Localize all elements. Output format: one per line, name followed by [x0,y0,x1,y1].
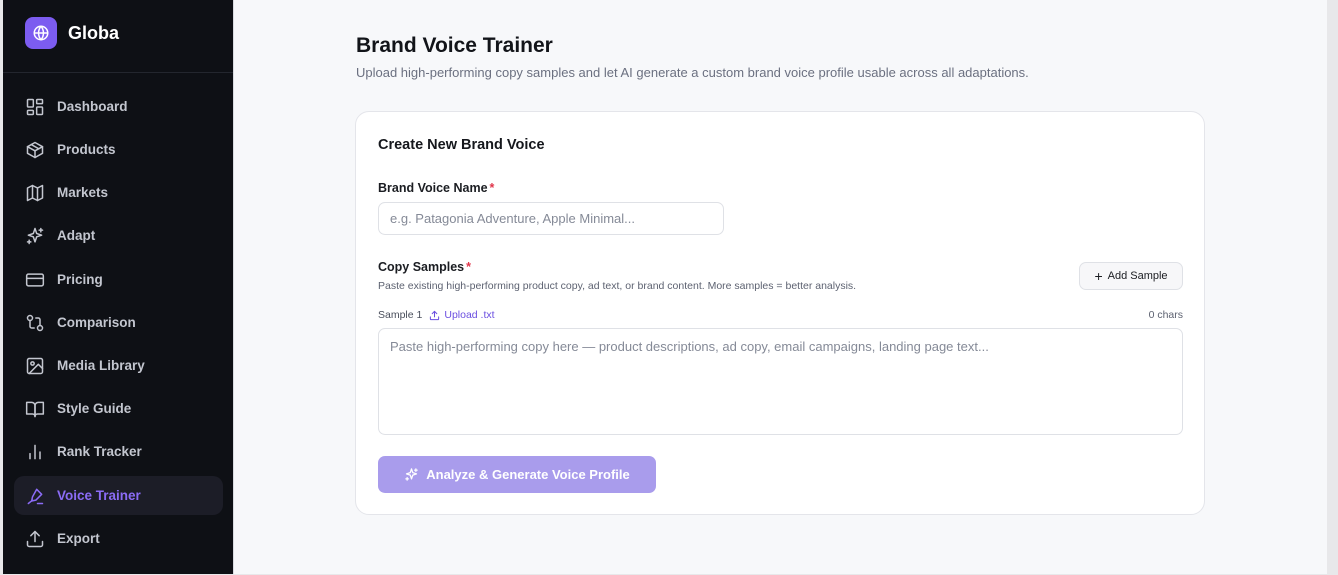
required-marker: * [489,181,495,195]
sidebar-item-label: Media Library [57,358,145,373]
sidebar-item-label: Comparison [57,315,136,330]
package-icon [26,141,44,158]
analyze-generate-label: Analyze & Generate Voice Profile [426,467,630,482]
sample-header: Sample 1 Upload .txt 0 chars [378,308,1183,322]
analyze-generate-button[interactable]: Analyze & Generate Voice Profile [378,456,656,493]
page-title: Brand Voice Trainer [356,34,553,57]
sparkles-icon [26,227,44,244]
sidebar-item-markets[interactable]: Markets [14,173,223,212]
create-brand-voice-card: Create New Brand Voice Brand Voice Name *… [355,111,1205,515]
sidebar-item-media-library[interactable]: Media Library [14,346,223,385]
brand[interactable]: Globa [25,17,119,49]
sidebar-item-label: Products [57,142,116,157]
sidebar-item-label: Markets [57,185,109,200]
pen-icon [27,488,44,504]
sidebar-item-export[interactable]: Export [14,519,223,558]
upload-icon [430,310,440,320]
sidebar-item-label: Adapt [57,228,96,243]
char-count: 0 chars [1148,309,1183,321]
brand-voice-name-label: Brand Voice Name * [378,181,494,195]
sidebar-item-label: Pricing [57,272,103,287]
book-icon [25,401,45,417]
sparkles-icon [405,468,418,481]
page-subtitle: Upload high-performing copy samples and … [356,65,1029,80]
sidebar-item-products[interactable]: Products [14,130,223,169]
sidebar: Globa Dashboard Products Markets Adapt P… [3,0,233,574]
sidebar-item-rank-tracker[interactable]: Rank Tracker [14,432,223,471]
globe-icon [25,17,57,49]
brand-voice-name-label-text: Brand Voice Name [378,181,488,195]
sidebar-item-pricing[interactable]: Pricing [14,260,223,299]
upload-txt-label: Upload .txt [444,309,495,321]
upload-icon [26,530,44,547]
brand-name: Globa [68,22,120,43]
upload-txt-link[interactable]: Upload .txt [429,309,495,321]
sidebar-item-label: Style Guide [57,401,132,416]
image-icon [26,357,44,374]
sidebar-item-style-guide[interactable]: Style Guide [14,389,223,428]
sidebar-item-label: Rank Tracker [57,444,142,459]
git-compare-icon [26,314,44,331]
sidebar-item-voice-trainer[interactable]: Voice Trainer [14,476,223,515]
sidebar-item-adapt[interactable]: Adapt [14,216,223,255]
app-frame: Globa Dashboard Products Markets Adapt P… [3,0,1327,574]
copy-samples-hint: Paste existing high-performing product c… [378,280,857,292]
sidebar-item-label: Dashboard [57,99,128,114]
sidebar-item-label: Voice Trainer [57,488,141,503]
sample-label: Sample 1 [378,309,423,321]
sidebar-item-dashboard[interactable]: Dashboard [14,87,223,126]
brand-voice-name-input[interactable] [378,202,724,235]
sample-textarea[interactable] [378,328,1183,435]
sidebar-divider [233,0,234,574]
copy-samples-label-text: Copy Samples [378,260,465,274]
brand-divider [3,72,233,73]
map-icon [26,184,44,201]
bar-chart-icon [29,444,41,459]
credit-card-icon [25,272,45,287]
plus-icon: + [1094,268,1103,284]
sidebar-item-label: Export [57,531,100,546]
dashboard-icon [26,98,44,115]
required-marker: * [466,260,472,274]
add-sample-button[interactable]: + Add Sample [1079,262,1183,290]
copy-samples-label: Copy Samples * [378,260,471,274]
add-sample-label: Add Sample [1107,270,1168,282]
card-title: Create New Brand Voice [378,137,545,153]
sidebar-item-comparison[interactable]: Comparison [14,303,223,342]
